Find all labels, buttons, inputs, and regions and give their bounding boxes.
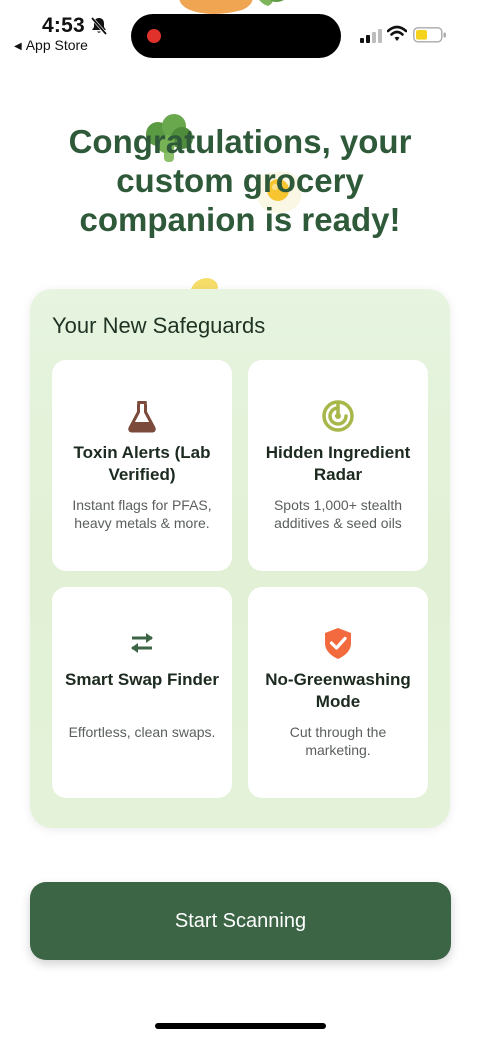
safeguard-card-smart-swap-finder: Smart Swap Finder Effortless, clean swap… bbox=[52, 587, 232, 798]
congratulations-headline: Congratulations, your custom grocery com… bbox=[68, 123, 412, 238]
card-description: Effortless, clean swaps. bbox=[68, 724, 216, 740]
card-description: Instant flags for PFAS, heavy metals & m… bbox=[72, 497, 212, 531]
card-title: Smart Swap Finder bbox=[65, 670, 219, 689]
safeguards-title: Your New Safeguards bbox=[52, 313, 266, 338]
status-time: 4:53 bbox=[42, 14, 85, 37]
card-description: Cut through the marketing. bbox=[289, 724, 387, 758]
wifi-icon bbox=[387, 25, 407, 41]
home-indicator[interactable] bbox=[155, 1023, 326, 1029]
safeguard-card-hidden-ingredient-radar: Hidden Ingredient Radar Spots 1,000+ ste… bbox=[248, 360, 428, 571]
radar-icon bbox=[322, 400, 354, 432]
recording-dot-icon bbox=[147, 29, 161, 43]
safeguard-card-toxin-alerts: Toxin Alerts (Lab Verified) Instant flag… bbox=[52, 360, 232, 571]
start-scanning-button[interactable]: Start Scanning bbox=[30, 882, 451, 960]
carrot-decoration-icon bbox=[179, 0, 284, 14]
back-arrow-icon: ◀ bbox=[14, 41, 22, 52]
back-to-app-store-link[interactable]: ◀ App Store bbox=[14, 37, 88, 53]
dynamic-island bbox=[131, 14, 341, 58]
swap-arrows-icon bbox=[131, 633, 153, 653]
card-title: Hidden Ingredient Radar bbox=[265, 443, 411, 484]
bell-slash-icon bbox=[90, 17, 108, 35]
card-title: Toxin Alerts (Lab Verified) bbox=[73, 443, 211, 484]
battery-low-power-icon bbox=[413, 27, 446, 43]
onboarding-complete-screen: 4:53 ◀ App Store Congratulations, your c… bbox=[0, 0, 480, 1040]
card-description: Spots 1,000+ stealth additives & seed oi… bbox=[273, 497, 403, 531]
back-app-label: App Store bbox=[25, 37, 88, 53]
signal-icon bbox=[360, 29, 382, 43]
shield-check-icon bbox=[325, 628, 351, 659]
safeguard-card-no-greenwashing-mode: No-Greenwashing Mode Cut through the mar… bbox=[248, 587, 428, 798]
safeguards-panel: Your New Safeguards Toxin Alerts (Lab Ve… bbox=[30, 289, 450, 828]
flask-icon bbox=[128, 401, 156, 433]
card-title: No-Greenwashing Mode bbox=[265, 670, 411, 711]
